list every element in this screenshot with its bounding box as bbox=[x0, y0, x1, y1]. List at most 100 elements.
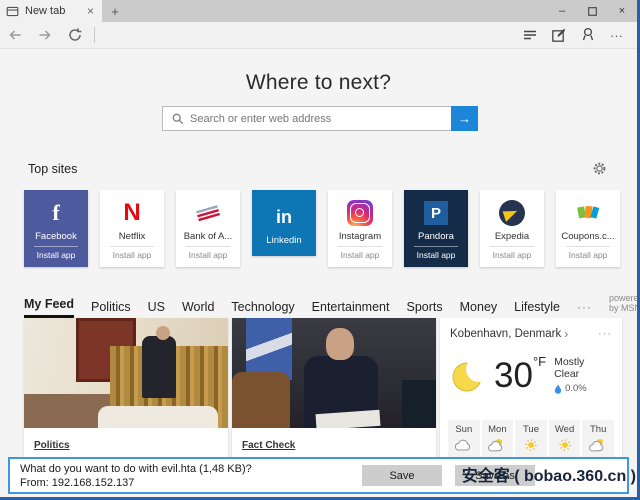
precipitation-value: 0.0% bbox=[565, 383, 587, 394]
feed-tab-strip: My Feed Politics US World Technology Ent… bbox=[24, 293, 623, 318]
install-app-link[interactable]: Install app bbox=[493, 250, 532, 260]
forward-button[interactable] bbox=[30, 22, 60, 49]
tile-linkedin[interactable]: in Linkedin bbox=[252, 190, 316, 256]
window-controls: – × bbox=[547, 0, 637, 22]
chevron-right-icon: › bbox=[564, 327, 568, 341]
tile-label: Linkedin bbox=[266, 235, 301, 246]
install-app-link[interactable]: Install app bbox=[341, 250, 380, 260]
search-icon bbox=[163, 113, 190, 125]
browser-window: New tab × + – × bbox=[0, 0, 640, 500]
tile-divider bbox=[566, 246, 610, 247]
tile-divider bbox=[338, 246, 382, 247]
tab-new-tab[interactable]: New tab × bbox=[0, 0, 102, 22]
download-message: What do you want to do with evil.hta (1,… bbox=[20, 463, 252, 475]
settings-button[interactable] bbox=[592, 161, 607, 176]
minimize-button[interactable]: – bbox=[547, 0, 577, 22]
toolbar-divider bbox=[94, 27, 95, 43]
tile-label: Bank of A... bbox=[184, 231, 233, 242]
more-actions-button[interactable]: ··· bbox=[602, 22, 631, 49]
weather-location-link[interactable]: Kobenhavn, Denmark bbox=[450, 328, 561, 340]
tile-bank-of-america[interactable]: Bank of A... Install app bbox=[176, 190, 240, 267]
expedia-icon bbox=[499, 200, 525, 226]
sunny-icon bbox=[549, 438, 581, 452]
maximize-button[interactable] bbox=[577, 0, 607, 22]
top-sites-title: Top sites bbox=[28, 162, 77, 176]
close-window-button[interactable]: × bbox=[607, 0, 637, 22]
top-sites-grid: f Facebook Install app N Netflix Install… bbox=[24, 190, 620, 267]
tab-bar: New tab × + – × bbox=[0, 0, 637, 22]
install-app-link[interactable]: Install app bbox=[189, 250, 228, 260]
more-icon: ··· bbox=[610, 28, 623, 43]
close-tab-icon[interactable]: × bbox=[85, 4, 96, 18]
install-app-link[interactable]: Install app bbox=[113, 250, 152, 260]
coupons-icon bbox=[574, 203, 602, 223]
hub-icon bbox=[522, 27, 538, 43]
page-title: Where to next? bbox=[0, 71, 637, 95]
feed-tab-my-feed[interactable]: My Feed bbox=[24, 297, 74, 318]
temperature-unit: °F bbox=[533, 354, 546, 369]
tile-coupons[interactable]: Coupons.c... Install app bbox=[556, 190, 620, 267]
weather-menu-button[interactable]: ··· bbox=[598, 328, 612, 340]
feed-tab-money[interactable]: Money bbox=[460, 300, 498, 318]
moon-icon bbox=[450, 355, 490, 395]
refresh-button[interactable] bbox=[60, 22, 90, 49]
web-note-icon bbox=[551, 27, 567, 43]
install-app-link[interactable]: Install app bbox=[37, 250, 76, 260]
powered-by-msn-label: powered by MSN bbox=[609, 293, 640, 318]
tile-instagram[interactable]: Instagram Install app bbox=[328, 190, 392, 267]
tile-divider bbox=[34, 246, 78, 247]
share-icon bbox=[580, 27, 596, 43]
feed-tab-politics[interactable]: Politics bbox=[91, 300, 131, 318]
droplet-icon bbox=[554, 384, 562, 394]
feed-tab-lifestyle[interactable]: Lifestyle bbox=[514, 300, 560, 318]
search-bar: → bbox=[162, 106, 478, 131]
feed-tab-sports[interactable]: Sports bbox=[406, 300, 442, 318]
navigation-toolbar: ··· bbox=[0, 22, 637, 49]
new-tab-page: Where to next? → Top sites f Facebook In… bbox=[0, 50, 637, 497]
web-note-button[interactable] bbox=[544, 22, 573, 49]
forward-arrow-icon bbox=[37, 27, 53, 43]
download-source: From: 192.168.152.137 bbox=[20, 477, 252, 489]
go-arrow-icon: → bbox=[458, 111, 471, 126]
back-button[interactable] bbox=[0, 22, 30, 49]
hub-button[interactable] bbox=[515, 22, 544, 49]
feed-tab-technology[interactable]: Technology bbox=[231, 300, 294, 318]
partly-sunny-icon bbox=[482, 438, 514, 452]
tile-expedia[interactable]: Expedia Install app bbox=[480, 190, 544, 267]
tile-divider bbox=[186, 246, 230, 247]
article-category-link[interactable]: Fact Check bbox=[242, 440, 295, 451]
sunny-icon bbox=[515, 438, 547, 452]
linkedin-icon: in bbox=[276, 207, 292, 228]
tile-label: Netflix bbox=[119, 231, 145, 242]
tile-label: Expedia bbox=[495, 231, 529, 242]
netflix-icon: N bbox=[123, 199, 140, 227]
tile-facebook[interactable]: f Facebook Install app bbox=[24, 190, 88, 267]
search-input[interactable] bbox=[190, 113, 452, 125]
refresh-icon bbox=[67, 27, 83, 43]
feed-tab-us[interactable]: US bbox=[148, 300, 165, 318]
article-category-link[interactable]: Politics bbox=[34, 440, 70, 451]
install-app-link[interactable]: Install app bbox=[569, 250, 608, 260]
share-button[interactable] bbox=[573, 22, 602, 49]
install-app-link[interactable]: Install app bbox=[417, 250, 456, 260]
tile-netflix[interactable]: N Netflix Install app bbox=[100, 190, 164, 267]
temperature-value: 30 bbox=[494, 358, 533, 393]
back-arrow-icon bbox=[7, 27, 23, 43]
feed-more-tabs-button[interactable]: ··· bbox=[577, 300, 592, 318]
new-tab-button[interactable]: + bbox=[102, 0, 128, 22]
go-button[interactable]: → bbox=[451, 106, 478, 131]
facebook-icon: f bbox=[52, 200, 59, 226]
tile-pandora[interactable]: P Pandora Install app bbox=[404, 190, 468, 267]
watermark: 安全客 ( bobao.360.cn ) bbox=[462, 462, 636, 486]
feed-tab-world[interactable]: World bbox=[182, 300, 214, 318]
tile-label: Pandora bbox=[418, 231, 454, 242]
new-tab-page-icon bbox=[6, 5, 19, 18]
news-image bbox=[24, 318, 228, 428]
tile-divider bbox=[110, 246, 154, 247]
save-button[interactable]: Save bbox=[362, 465, 442, 486]
bank-of-america-icon bbox=[194, 203, 222, 223]
news-image bbox=[232, 318, 436, 428]
feed-tab-entertainment[interactable]: Entertainment bbox=[312, 300, 390, 318]
tile-divider bbox=[414, 246, 458, 247]
tile-label: Instagram bbox=[339, 231, 381, 242]
